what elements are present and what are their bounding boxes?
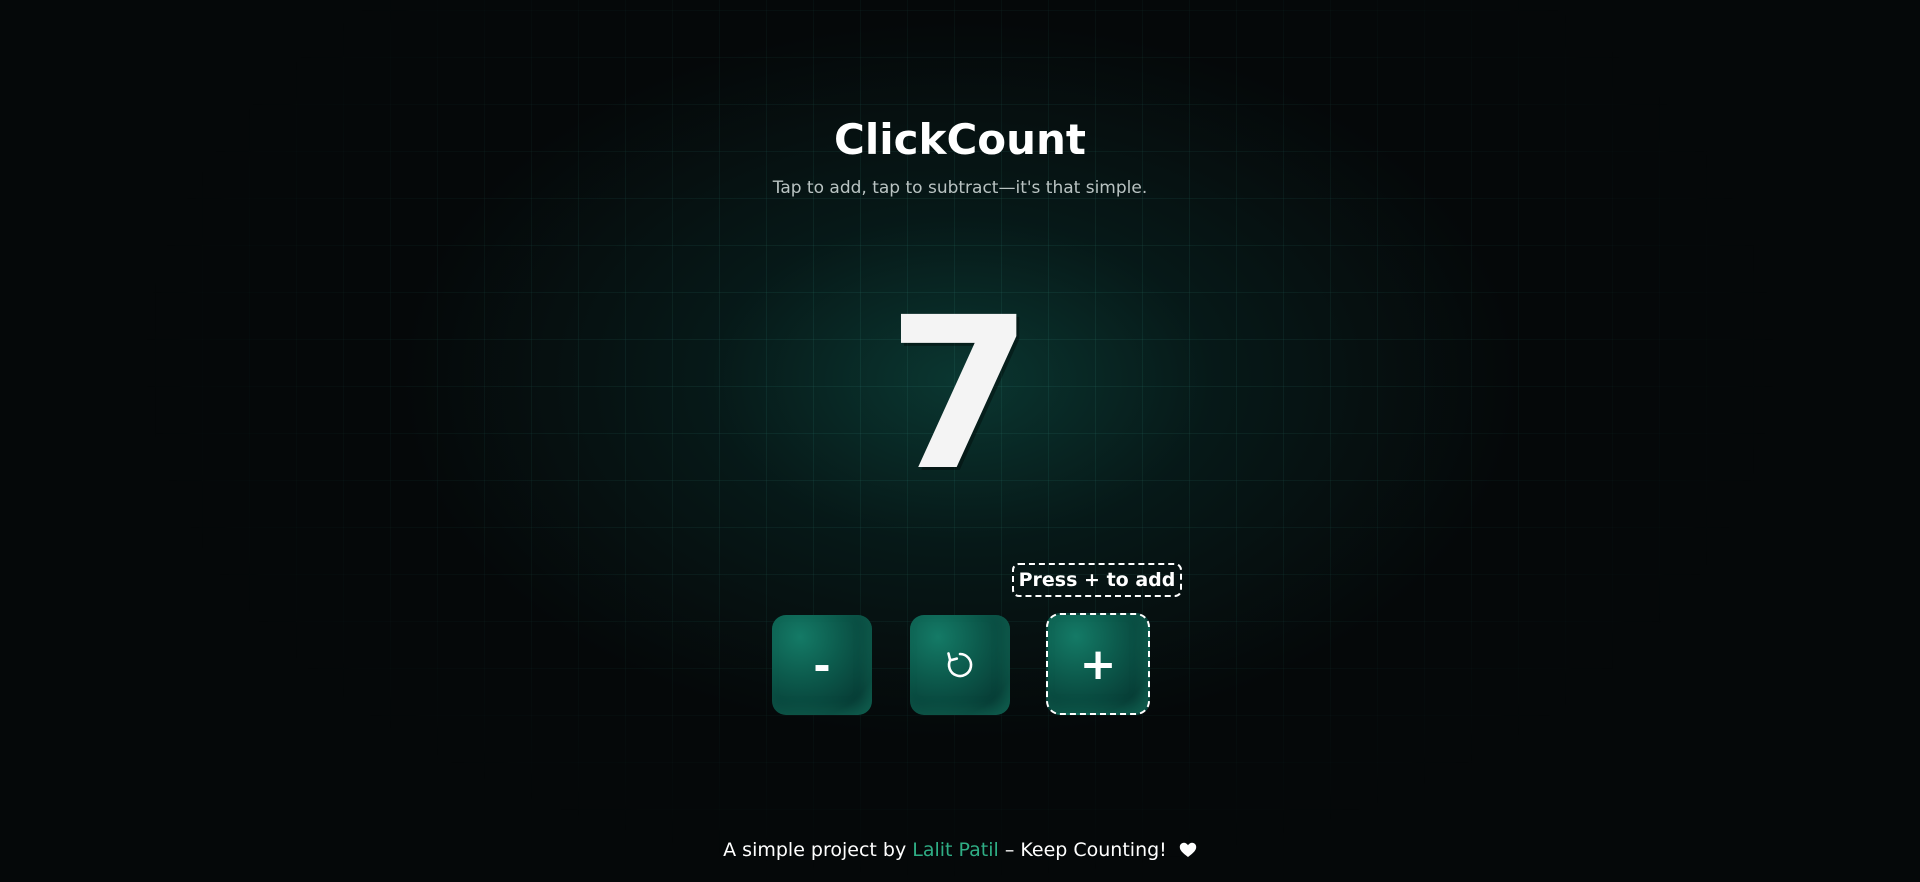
- footer-suffix: – Keep Counting!: [998, 839, 1173, 861]
- app-title: ClickCount: [834, 115, 1086, 164]
- app-subtitle: Tap to add, tap to subtract—it's that si…: [772, 178, 1148, 198]
- footer-prefix: A simple project by: [723, 839, 913, 861]
- decrement-button[interactable]: -: [772, 615, 872, 715]
- reset-icon: [945, 650, 975, 680]
- reset-button[interactable]: [910, 615, 1010, 715]
- footer: A simple project by Lalit Patil – Keep C…: [0, 838, 1920, 864]
- counter-value: 7: [886, 272, 1034, 517]
- app-background: ClickCount Tap to add, tap to subtract—i…: [0, 0, 1920, 882]
- decrement-label: -: [813, 640, 831, 690]
- author-link[interactable]: Lalit Patil: [912, 839, 999, 861]
- increment-label: +: [1079, 638, 1117, 690]
- add-hint-tooltip: Press + to add: [1012, 563, 1182, 597]
- increment-button[interactable]: +: [1046, 613, 1150, 715]
- heart-icon: [1179, 840, 1197, 864]
